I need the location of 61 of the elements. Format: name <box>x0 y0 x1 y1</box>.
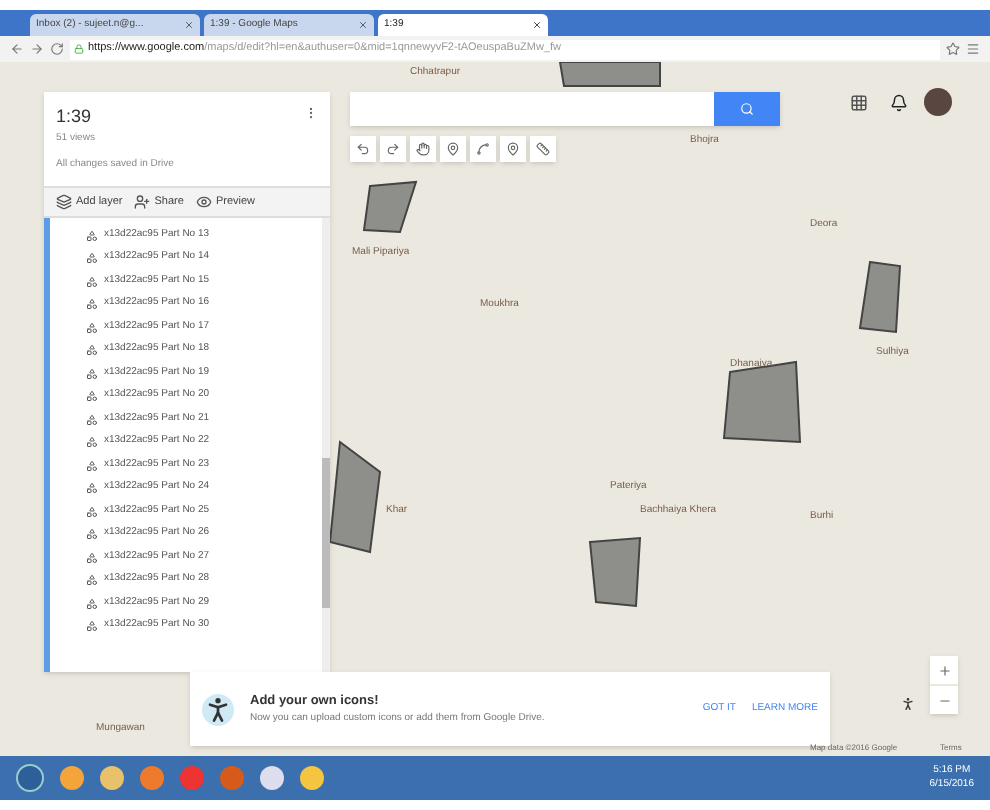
avatar[interactable] <box>924 88 952 116</box>
layers-icon <box>56 193 72 210</box>
map-parcel[interactable] <box>722 360 802 444</box>
taskbar-app-icon[interactable] <box>260 766 284 790</box>
pegman-icon[interactable] <box>900 694 916 714</box>
notification-icon[interactable] <box>890 94 908 112</box>
shape-icon <box>86 298 98 310</box>
reload-icon[interactable] <box>50 42 64 56</box>
map-title[interactable]: 1:39 <box>56 104 304 131</box>
toolbar-button[interactable] <box>500 136 526 162</box>
shape-icon <box>86 321 98 333</box>
lock-icon <box>74 44 84 54</box>
shape-icon <box>86 620 98 632</box>
shape-icon <box>86 528 98 540</box>
ruler-icon <box>536 142 550 156</box>
taskbar-app-icon[interactable] <box>100 766 124 790</box>
eye-icon <box>195 193 212 210</box>
redo-icon <box>386 142 400 156</box>
shape-icon <box>86 482 98 494</box>
taskbar-app-icon[interactable] <box>60 766 84 790</box>
hand-icon <box>416 142 430 156</box>
toolbar-button[interactable] <box>440 136 466 162</box>
person-plus-icon <box>134 193 151 210</box>
menu-icon[interactable] <box>966 42 980 56</box>
person-icon <box>202 693 234 725</box>
back-icon[interactable] <box>10 42 24 56</box>
shape-icon <box>86 229 98 241</box>
shape-icon <box>86 413 98 425</box>
plus-icon <box>937 663 951 677</box>
search-field[interactable] <box>350 92 714 126</box>
shape-icon <box>86 344 98 356</box>
shape-icon <box>86 597 98 609</box>
toolbar-button[interactable] <box>380 136 406 162</box>
line-icon <box>476 142 490 156</box>
map-parcel[interactable] <box>858 260 902 334</box>
star-icon[interactable] <box>946 42 960 56</box>
pin-icon <box>446 142 460 156</box>
toolbar-button[interactable] <box>470 136 496 162</box>
forward-icon[interactable] <box>30 42 44 56</box>
taskbar-app-icon[interactable] <box>300 766 324 790</box>
shape-icon <box>86 252 98 264</box>
toolbar-button[interactable] <box>530 136 556 162</box>
toolbar-button[interactable] <box>410 136 436 162</box>
shape-icon <box>86 390 98 402</box>
map-parcel[interactable] <box>362 180 418 234</box>
scrollbar[interactable] <box>322 217 330 672</box>
shape-icon <box>86 367 98 379</box>
shape-icon <box>86 275 98 287</box>
search-icon <box>740 102 754 116</box>
undo-icon <box>356 142 370 156</box>
apps-icon[interactable] <box>850 94 868 112</box>
zoom-in-button[interactable] <box>930 656 958 684</box>
shape-icon <box>86 574 98 586</box>
map-parcel[interactable] <box>588 536 642 608</box>
shape-icon <box>86 459 98 471</box>
toolbar-button[interactable] <box>350 136 376 162</box>
more-icon[interactable] <box>304 104 318 122</box>
shape-icon <box>86 551 98 563</box>
shape-icon <box>86 436 98 448</box>
start-button[interactable] <box>16 764 44 792</box>
shape-icon <box>86 505 98 517</box>
